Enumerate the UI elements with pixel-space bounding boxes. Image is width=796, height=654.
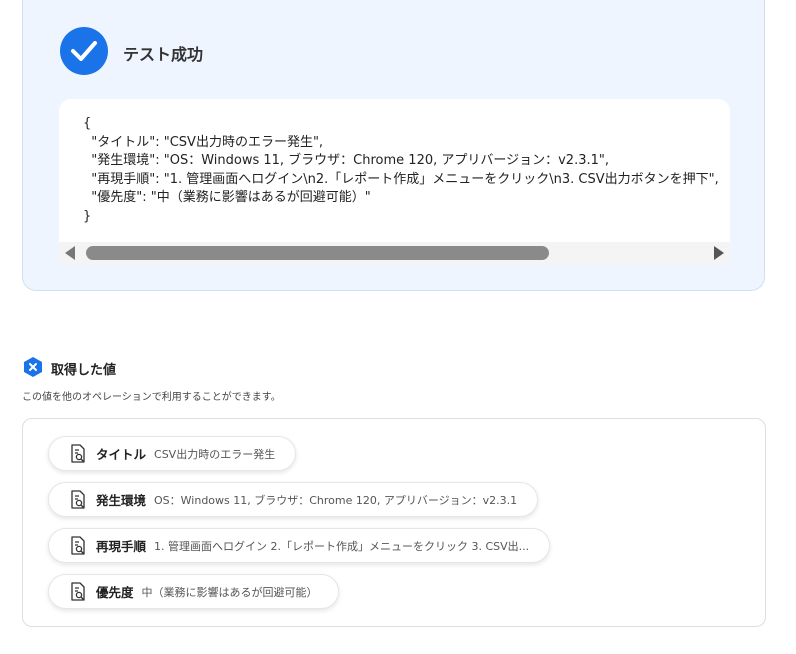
value-chip-label: タイトル xyxy=(96,447,147,462)
acquired-values-description: この値を他のオペレーションで利用することができます。 xyxy=(22,392,281,403)
json-output-box: { "タイトル": "CSV出力時のエラー発生", "発生環境": "OS：Wi… xyxy=(59,99,730,264)
document-search-icon xyxy=(71,443,85,463)
scroll-left-arrow-icon[interactable] xyxy=(65,246,75,260)
horizontal-scrollbar[interactable] xyxy=(59,242,730,264)
value-chip-value: 1. 管理画面へログイン 2.「レポート作成」メニューをクリック 3. CSV出… xyxy=(154,539,530,553)
value-chip-title[interactable]: タイトル CSV出力時のエラー発生 xyxy=(48,436,297,471)
value-chip-label: 再現手順 xyxy=(96,539,147,554)
value-chip-value: OS：Windows 11, ブラウザ：Chrome 120, アプリバージョン… xyxy=(154,493,518,507)
value-chip-value: 中（業務に影響はあるが回避可能） xyxy=(141,585,318,599)
value-chip-value: CSV出力時のエラー発生 xyxy=(154,447,276,461)
value-chip-priority[interactable]: 優先度 中（業務に影響はあるが回避可能） xyxy=(48,574,339,609)
value-chip-steps[interactable]: 再現手順 1. 管理画面へログイン 2.「レポート作成」メニューをクリック 3.… xyxy=(48,528,551,563)
check-icon xyxy=(60,27,108,75)
document-search-icon xyxy=(71,535,85,555)
test-success-title: テスト成功 xyxy=(123,45,204,64)
scroll-right-arrow-icon[interactable] xyxy=(714,246,724,260)
value-chip-label: 発生環境 xyxy=(96,493,147,508)
json-output-text: { "タイトル": "CSV出力時のエラー発生", "発生環境": "OS：Wi… xyxy=(83,116,719,224)
acquired-values-title: 取得した値 xyxy=(51,363,117,378)
value-chip-environment[interactable]: 発生環境 OS：Windows 11, ブラウザ：Chrome 120, アプリ… xyxy=(48,482,539,517)
document-search-icon xyxy=(71,489,85,509)
scroll-thumb[interactable] xyxy=(86,246,549,260)
acquired-values-list: タイトル CSV出力時のエラー発生 発生環境 OS：Windows 11, ブラ… xyxy=(22,418,766,627)
x-icon xyxy=(24,357,42,377)
document-search-icon xyxy=(71,581,85,601)
test-result-panel: テスト成功 { "タイトル": "CSV出力時のエラー発生", "発生環境": … xyxy=(22,0,765,291)
value-chip-label: 優先度 xyxy=(96,585,134,600)
